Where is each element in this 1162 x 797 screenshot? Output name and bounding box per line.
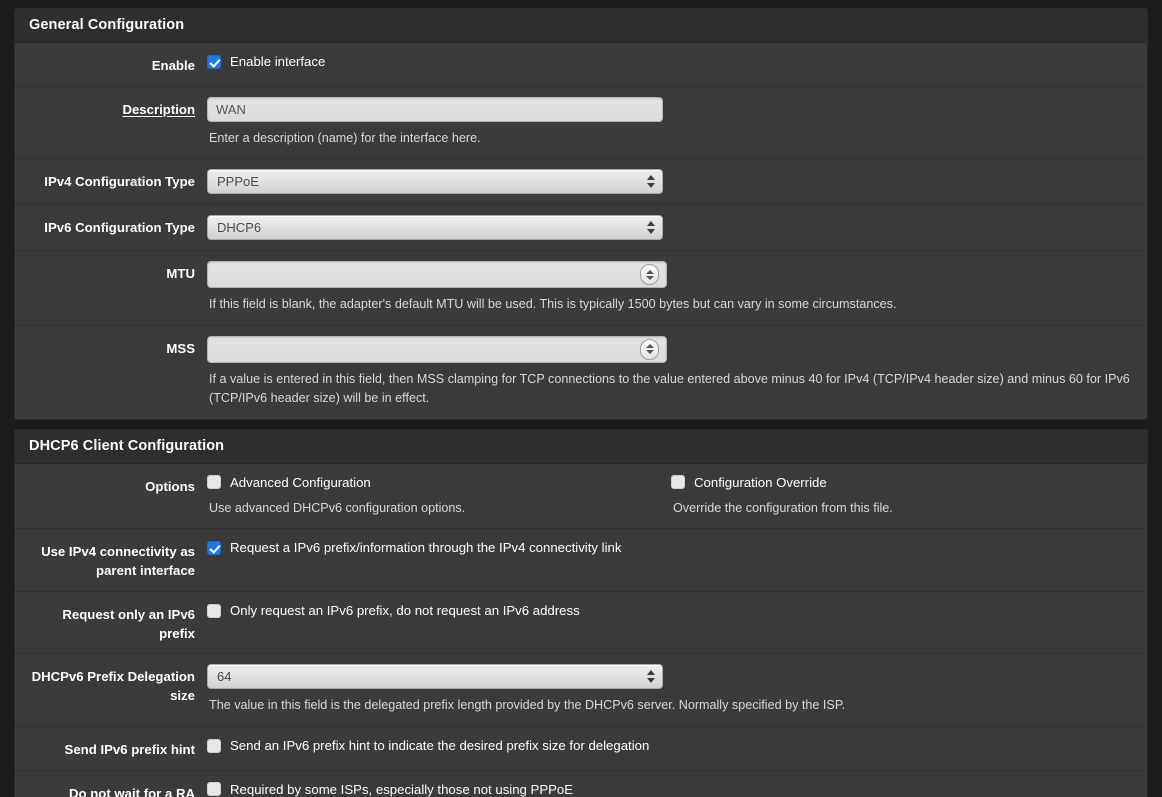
select-ipv4-configuration-type[interactable]: PPPoE (207, 169, 663, 195)
checkbox-enable-interface-label: Enable interface (230, 54, 326, 69)
control-description: Enter a description (name) for the inter… (207, 96, 1147, 149)
checkbox-advanced-configuration[interactable]: Advanced Configuration (207, 474, 657, 491)
control-enable: Enable interface (207, 53, 1147, 70)
label-enable: Enable (151, 58, 195, 73)
panel-title-dhcp6: DHCP6 Client Configuration (15, 429, 1147, 464)
row-mtu: MTU If this field is blank, the adapter'… (15, 251, 1147, 326)
row-request-only-ipv6-prefix: Request only an IPv6 prefix Only request… (15, 592, 1147, 655)
checkbox-enable-interface[interactable]: Enable interface (207, 53, 1135, 70)
checkbox-advanced-configuration-label: Advanced Configuration (230, 474, 371, 490)
row-mss: MSS If a value is entered in this field,… (15, 326, 1147, 419)
mtu-input[interactable] (207, 261, 667, 289)
label-mtu: MTU (166, 266, 195, 282)
help-mss: If a value is entered in this field, the… (209, 371, 1130, 406)
row-send-ipv6-prefix-hint: Send IPv6 prefix hint Send an IPv6 prefi… (15, 727, 1147, 771)
label-description[interactable]: Description (15, 97, 207, 120)
checkbox-send-ipv6-prefix-hint-label: Send an IPv6 prefix hint to indicate the… (230, 737, 650, 753)
row-use-ipv4-connectivity: Use IPv4 connectivity as parent interfac… (15, 529, 1147, 592)
label-mss: MSS (166, 340, 195, 356)
checkbox-only-request-ipv6-prefix-label: Only request an IPv6 prefix, do not requ… (230, 602, 580, 618)
chevron-updown-icon (647, 173, 655, 190)
label-request-only-ipv6-prefix: Request only an IPv6 prefix (62, 606, 195, 641)
options-column-right: Configuration Override Override the conf… (671, 474, 1135, 519)
chevron-updown-icon (647, 668, 655, 685)
checkbox-request-ipv6-prefix-via-ipv4[interactable]: Request a IPv6 prefix/information throug… (207, 539, 1135, 556)
mss-number-field[interactable] (207, 335, 667, 363)
help-mtu: If this field is blank, the adapter's de… (209, 297, 897, 312)
row-ipv6-configuration-type: IPv6 Configuration Type DHCP6 (15, 205, 1147, 252)
checkbox-send-ipv6-prefix-hint[interactable]: Send an IPv6 prefix hint to indicate the… (207, 737, 1135, 754)
select-ipv6-configuration-type-value[interactable]: DHCP6 (207, 215, 663, 241)
row-options: Options Advanced Configuration Use advan… (15, 464, 1147, 530)
mss-stepper-icon[interactable] (640, 338, 659, 360)
select-ipv4-configuration-type-value[interactable]: PPPoE (207, 169, 663, 195)
label-send-ipv6-prefix-hint: Send IPv6 prefix hint (64, 741, 195, 757)
select-prefix-delegation-size[interactable]: 64 (207, 664, 663, 690)
mtu-stepper-icon[interactable] (640, 264, 659, 286)
panel-dhcp6-client-configuration: DHCP6 Client Configuration Options Advan… (14, 428, 1148, 797)
control-send-ipv6-prefix-hint: Send an IPv6 prefix hint to indicate the… (207, 737, 1147, 754)
config-page: General Configuration Enable Enable inte… (0, 0, 1162, 797)
panel-general-configuration: General Configuration Enable Enable inte… (14, 8, 1148, 420)
chevron-updown-icon (647, 219, 655, 236)
help-configuration-override: Override the configuration from this fil… (673, 500, 893, 515)
checkbox-do-not-wait-for-ra[interactable]: Required by some ISPs, especially those … (207, 781, 1135, 797)
mtu-number-field[interactable] (207, 261, 667, 289)
row-ipv4-configuration-type: IPv4 Configuration Type PPPoE (15, 159, 1147, 206)
checkbox-request-ipv6-prefix-via-ipv4-box[interactable] (207, 541, 221, 556)
control-use-ipv4-connectivity: Request a IPv6 prefix/information throug… (207, 539, 1147, 556)
control-do-not-wait-for-ra: Required by some ISPs, especially those … (207, 781, 1147, 797)
control-ipv6-configuration-type: DHCP6 (207, 215, 1147, 241)
help-description: Enter a description (name) for the inter… (209, 130, 481, 145)
checkbox-configuration-override-box[interactable] (671, 475, 685, 490)
label-options: Options (145, 478, 195, 494)
control-mss: If a value is entered in this field, the… (207, 335, 1147, 409)
label-ipv6-configuration-type: IPv6 Configuration Type (44, 220, 195, 236)
select-ipv6-configuration-type[interactable]: DHCP6 (207, 215, 663, 241)
label-ipv4-configuration-type: IPv4 Configuration Type (44, 174, 195, 190)
help-advanced-configuration: Use advanced DHCPv6 configuration option… (209, 500, 466, 515)
description-input[interactable] (207, 96, 663, 122)
row-prefix-delegation-size: DHCPv6 Prefix Delegation size 64 The val… (15, 654, 1147, 727)
checkbox-only-request-ipv6-prefix-box[interactable] (207, 603, 221, 618)
row-description: Description Enter a description (name) f… (15, 87, 1147, 160)
checkbox-do-not-wait-for-ra-box[interactable] (207, 782, 221, 797)
label-prefix-delegation-size: DHCPv6 Prefix Delegation size (31, 669, 195, 704)
options-column-left: Advanced Configuration Use advanced DHCP… (207, 474, 671, 519)
mss-input[interactable] (207, 335, 667, 363)
control-request-only-ipv6-prefix: Only request an IPv6 prefix, do not requ… (207, 602, 1147, 619)
row-enable: Enable Enable interface (15, 43, 1147, 87)
control-options: Advanced Configuration Use advanced DHCP… (207, 474, 1147, 519)
checkbox-send-ipv6-prefix-hint-box[interactable] (207, 738, 221, 753)
checkbox-configuration-override-label: Configuration Override (694, 474, 827, 490)
checkbox-request-ipv6-prefix-via-ipv4-label: Request a IPv6 prefix/information throug… (230, 540, 622, 556)
checkbox-advanced-configuration-box[interactable] (207, 475, 221, 490)
checkbox-only-request-ipv6-prefix[interactable]: Only request an IPv6 prefix, do not requ… (207, 602, 1135, 619)
row-do-not-wait-for-ra: Do not wait for a RA Required by some IS… (15, 771, 1147, 797)
checkbox-do-not-wait-for-ra-label: Required by some ISPs, especially those … (230, 781, 574, 797)
select-prefix-delegation-size-value[interactable]: 64 (207, 664, 663, 690)
help-prefix-delegation-size: The value in this field is the delegated… (209, 698, 846, 713)
panel-title-general: General Configuration (15, 9, 1147, 43)
checkbox-enable-interface-box[interactable] (207, 54, 221, 69)
control-mtu: If this field is blank, the adapter's de… (207, 261, 1147, 315)
checkbox-configuration-override[interactable]: Configuration Override (671, 474, 1121, 491)
control-ipv4-configuration-type: PPPoE (207, 169, 1147, 195)
label-use-ipv4-connectivity: Use IPv4 connectivity as parent interfac… (41, 544, 195, 579)
control-prefix-delegation-size: 64 The value in this field is the delega… (207, 664, 1147, 716)
label-do-not-wait-for-ra: Do not wait for a RA (68, 785, 195, 797)
label-description-text: Description (122, 101, 195, 117)
